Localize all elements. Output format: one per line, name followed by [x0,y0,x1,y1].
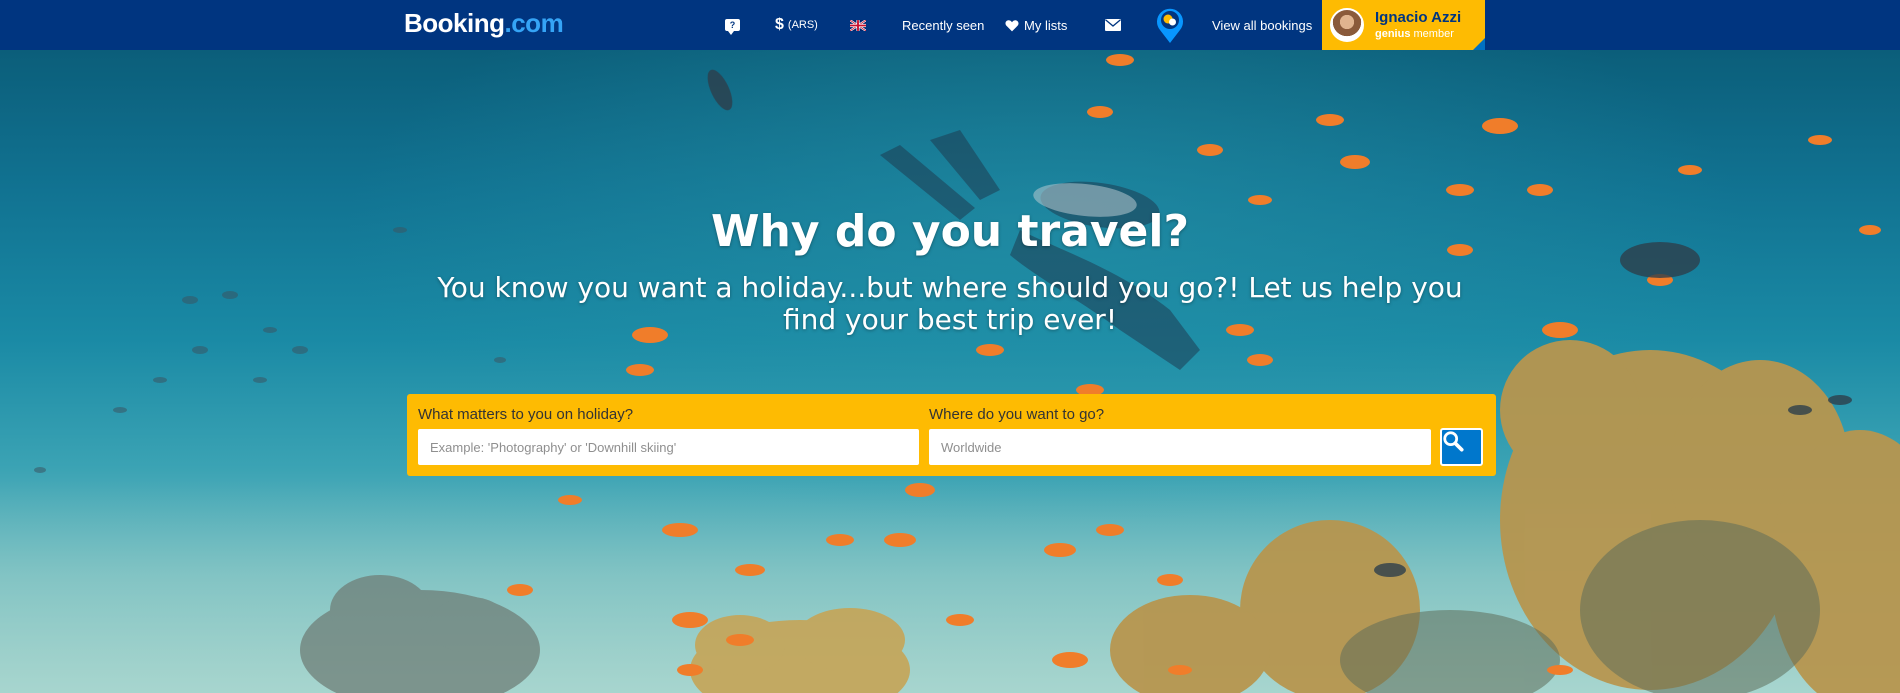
currency-code: (ARS) [787,19,818,31]
destination-field-label: Where do you want to go? [929,406,1105,423]
logo-main-text: Booking [404,8,505,38]
map-pin-chat-icon [1157,8,1183,44]
underwater-scene-illustration [0,54,1900,693]
view-all-bookings-link[interactable]: View all bookings [1212,0,1312,50]
language-selector[interactable] [850,0,866,50]
booking-logo[interactable]: Booking.com [404,8,564,38]
travel-inspiration-button[interactable] [1155,0,1185,50]
help-button[interactable]: ? [725,0,740,50]
hero-subtitle: You know you want a holiday...but where … [437,271,1463,336]
hero-background-underwater-image: Why do you travel? You know you want a h… [0,50,1900,693]
top-navigation-bar: Booking.com ? $ (ARS) Recently seen My l… [0,0,1900,50]
genius-member-badge: genius member [1375,28,1454,40]
interest-input[interactable] [418,429,919,465]
messages-button[interactable] [1105,0,1121,50]
currency-selector[interactable]: $ (ARS) [775,0,818,50]
avatar [1330,8,1364,42]
interest-field-label: What matters to you on holiday? [418,406,634,423]
logo-suffix-text: .com [504,8,564,38]
user-menu-corner [1473,38,1485,50]
search-icon [1443,431,1464,452]
member-label: member [1410,28,1454,40]
help-icon: ? [725,19,740,35]
mail-icon [1105,19,1121,31]
my-lists-link[interactable]: My lists [1005,0,1067,50]
heart-icon [1005,19,1019,31]
recently-seen-link[interactable]: Recently seen [902,0,984,50]
currency-symbol: $ [775,16,784,33]
my-lists-label: My lists [1024,17,1068,33]
hero-title: Why do you travel? [710,206,1189,257]
booking-page: Booking.com ? $ (ARS) Recently seen My l… [0,0,1900,693]
search-button[interactable] [1440,428,1483,466]
view-all-bookings-label: View all bookings [1212,17,1313,33]
destination-input[interactable] [929,429,1431,465]
recently-seen-label: Recently seen [902,17,985,33]
user-name: Ignacio Azzi [1375,9,1462,26]
user-account-menu[interactable]: Ignacio Azzi genius member [1322,0,1485,50]
uk-flag-icon [850,19,866,31]
genius-label: genius [1375,28,1411,40]
search-form: What matters to you on holiday? Where do… [407,394,1496,476]
